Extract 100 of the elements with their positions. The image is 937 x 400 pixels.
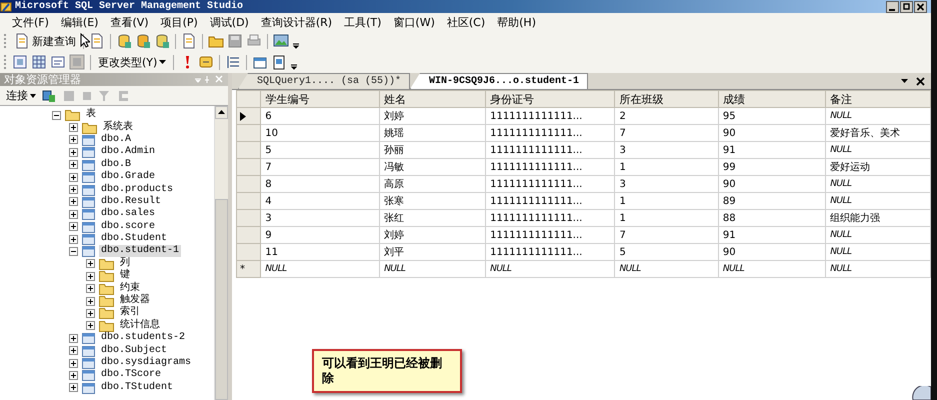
table-cell[interactable]: 90 <box>718 176 826 192</box>
database-icon[interactable] <box>154 33 170 49</box>
tree-item[interactable]: dbo.TScore <box>99 369 164 382</box>
table-cell[interactable]: 3 <box>260 210 380 226</box>
table-cell[interactable]: 1111111111111... <box>486 192 615 210</box>
column-header[interactable]: 所在班级 <box>614 90 718 108</box>
null-cell[interactable]: NULL <box>826 260 930 278</box>
expander-icon[interactable] <box>86 259 95 268</box>
table-cell[interactable]: 刘平 <box>380 244 486 260</box>
expander-icon[interactable] <box>69 234 78 244</box>
null-cell[interactable]: NULL <box>826 108 930 124</box>
null-cell[interactable]: NULL <box>486 260 615 278</box>
connect-button[interactable]: 连接 <box>6 88 36 103</box>
table-cell[interactable]: 高原 <box>380 176 486 192</box>
tree-item[interactable]: 约束 <box>118 282 142 295</box>
table-cell[interactable]: 7 <box>260 158 380 176</box>
tree-item[interactable]: dbo.Subject <box>99 344 170 357</box>
null-cell[interactable]: NULL <box>826 192 930 210</box>
table-cell[interactable]: 1111111111111... <box>486 124 615 142</box>
expander-icon[interactable] <box>69 160 78 170</box>
menu-item[interactable]: 项目(P) <box>154 14 204 30</box>
column-header[interactable]: 备注 <box>826 90 930 108</box>
table-cell[interactable]: 99 <box>718 158 826 176</box>
null-cell[interactable]: NULL <box>826 176 930 192</box>
table-cell[interactable]: 7 <box>614 124 718 142</box>
tree-item[interactable]: 列 <box>118 258 132 270</box>
table-cell[interactable]: 姚瑶 <box>380 124 486 142</box>
table-cell[interactable]: 6 <box>260 108 380 124</box>
diagram-icon[interactable] <box>12 54 28 70</box>
close-icon[interactable] <box>916 76 925 86</box>
table-cell[interactable]: 89 <box>718 192 826 210</box>
null-cell[interactable]: NULL <box>826 226 930 244</box>
tree-item[interactable]: dbo.sysdiagrams <box>99 357 194 369</box>
table-cell[interactable]: 3 <box>614 142 718 158</box>
null-cell[interactable]: NULL <box>826 244 930 260</box>
null-cell[interactable]: NULL <box>826 142 930 158</box>
tree-item[interactable]: 统计信息 <box>118 320 162 332</box>
row-selector[interactable]: * <box>236 260 261 278</box>
tree-item[interactable]: 索引 <box>118 307 142 320</box>
table-cell[interactable]: 1111111111111... <box>486 226 615 244</box>
document-icon[interactable] <box>181 33 197 49</box>
tree-item[interactable]: dbo.Student <box>99 233 170 246</box>
scrollbar[interactable] <box>214 106 228 400</box>
table-cell[interactable]: 1111111111111... <box>486 244 615 260</box>
table-cell[interactable]: 组织能力强 <box>826 210 930 226</box>
menu-item[interactable]: 查询设计器(R) <box>254 14 338 30</box>
expander-icon[interactable] <box>86 296 95 306</box>
tree-item[interactable]: 系统表 <box>101 122 135 134</box>
expander-icon[interactable] <box>52 110 61 120</box>
column-header[interactable]: 学生编号 <box>260 90 380 108</box>
table-cell[interactable]: 1 <box>614 210 718 226</box>
expander-icon[interactable] <box>69 148 78 157</box>
expander-icon[interactable] <box>69 123 78 132</box>
table-cell[interactable]: 1111111111111... <box>486 176 615 192</box>
list-icon[interactable] <box>225 54 242 70</box>
expander-icon[interactable] <box>86 272 95 281</box>
table-cell[interactable]: 爱好运动 <box>826 158 930 176</box>
document-tab[interactable]: SQLQuery1.... (sa (55))* <box>238 73 410 89</box>
save-icon[interactable] <box>227 33 243 49</box>
table-cell[interactable]: 1 <box>614 192 718 210</box>
row-selector[interactable] <box>236 108 261 124</box>
expander-icon[interactable] <box>69 370 78 380</box>
change-type-button[interactable]: 更改类型(Y) <box>96 53 168 71</box>
table-cell[interactable]: 91 <box>718 226 826 244</box>
tree-item[interactable]: dbo.A <box>99 134 134 146</box>
document-tab[interactable]: WIN-9CSQ9J6...o.student-1 <box>410 73 588 89</box>
clipboard-icon[interactable] <box>271 54 288 70</box>
tree-item[interactable]: dbo.Admin <box>99 146 158 158</box>
null-cell[interactable]: NULL <box>380 260 486 278</box>
table-cell[interactable]: 孙丽 <box>380 142 486 158</box>
menu-item[interactable]: 窗口(W) <box>387 14 441 30</box>
expander-icon[interactable] <box>69 246 78 256</box>
expander-icon[interactable] <box>69 172 78 182</box>
table-cell[interactable]: 5 <box>260 142 380 158</box>
table-cell[interactable]: 90 <box>718 244 826 260</box>
menu-item[interactable]: 调试(D) <box>204 14 255 30</box>
menu-item[interactable]: 工具(T) <box>338 14 388 30</box>
null-cell[interactable]: NULL <box>260 260 380 278</box>
table-cell[interactable]: 91 <box>718 142 826 158</box>
table-cell[interactable]: 7 <box>614 226 718 244</box>
new-query-button[interactable]: 新建查询 <box>12 32 78 50</box>
expander-icon[interactable] <box>69 222 78 232</box>
table-cell[interactable]: 8 <box>260 176 380 192</box>
tree-item[interactable]: dbo.B <box>99 158 134 171</box>
table-cell[interactable]: 刘婷 <box>380 108 486 124</box>
tree-item[interactable]: dbo.TStudent <box>99 382 176 394</box>
expander-icon[interactable] <box>69 358 78 368</box>
picture-icon[interactable] <box>273 33 289 49</box>
minimize-button[interactable] <box>886 0 899 12</box>
menu-item[interactable]: 文件(F) <box>6 14 55 30</box>
null-cell[interactable]: NULL <box>614 260 718 278</box>
expander-icon[interactable] <box>86 308 95 318</box>
sql-pane-icon[interactable] <box>50 54 66 70</box>
tree-item[interactable]: dbo.products <box>99 184 176 196</box>
tree-item[interactable]: dbo.sales <box>99 208 158 220</box>
table-cell[interactable]: 11 <box>260 244 380 260</box>
table-cell[interactable]: 爱好音乐、美术 <box>826 124 930 142</box>
table-cell[interactable]: 5 <box>614 244 718 260</box>
table-cell[interactable]: 张寒 <box>380 192 486 210</box>
expander-icon[interactable] <box>69 185 78 194</box>
